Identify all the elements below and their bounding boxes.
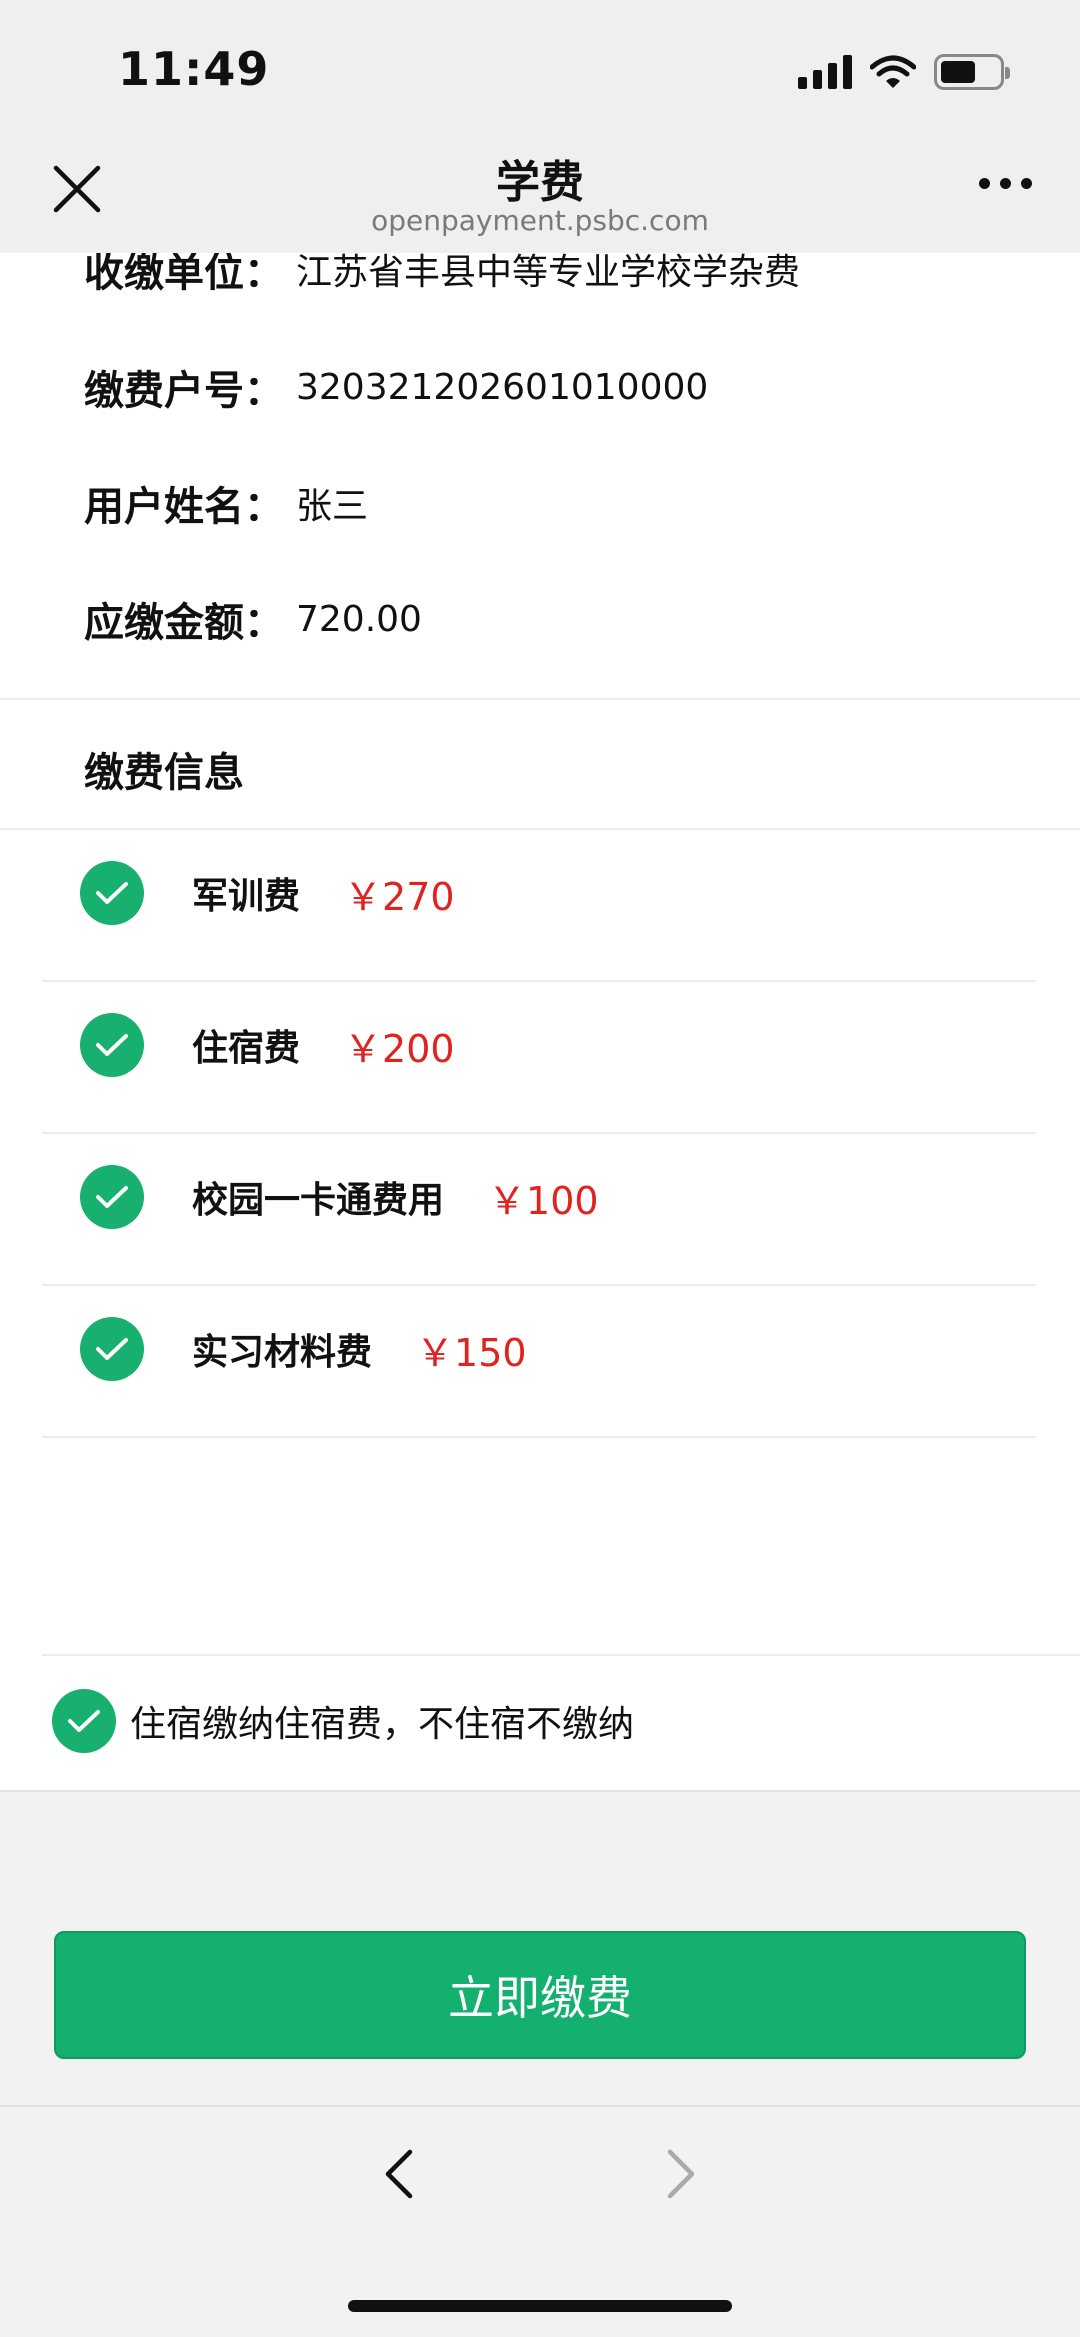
check-icon[interactable] (52, 1689, 116, 1753)
divider (42, 980, 1036, 982)
agreement-checkbox[interactable]: 住宿缴纳住宿费，不住宿不缴纳 (52, 1689, 634, 1753)
amount-row: 应缴金额： 720.00 (84, 590, 422, 648)
battery-icon (934, 54, 1010, 90)
amount-label: 应缴金额： (84, 600, 284, 646)
divider (42, 1284, 1036, 1286)
page-title: 学费 (496, 157, 584, 208)
more-options-icon[interactable] (979, 178, 1032, 189)
fee-item[interactable]: 校园一卡通费用 ￥100 (80, 1161, 599, 1233)
fee-item[interactable]: 军训费 ￥270 (80, 857, 455, 929)
name-value: 张三 (296, 486, 369, 527)
check-icon[interactable] (80, 1165, 144, 1229)
account-value: 320321202601010000 (296, 366, 709, 408)
forward-arrow-icon[interactable] (660, 2146, 700, 2202)
bottom-area (0, 1792, 1080, 2337)
fee-amount: ￥270 (344, 874, 455, 919)
top-bar: 11:49 学费 openpayment.psbc.com (0, 0, 1080, 253)
divider (42, 1132, 1036, 1134)
divider (0, 698, 1080, 700)
fee-amount: ￥100 (488, 1178, 599, 1223)
toolbar-divider (0, 2105, 1080, 2107)
section-title: 缴费信息 (84, 750, 244, 796)
divider (0, 1790, 1080, 1792)
fee-name: 实习材料费 (192, 1332, 373, 1373)
account-label: 缴费户号： (84, 368, 284, 414)
check-icon[interactable] (80, 1013, 144, 1077)
wifi-icon (870, 55, 916, 88)
back-arrow-icon[interactable] (380, 2146, 420, 2202)
divider (42, 1654, 1080, 1656)
home-indicator (348, 2300, 732, 2312)
fee-amount: ￥150 (416, 1330, 527, 1375)
fee-amount: ￥200 (344, 1026, 455, 1071)
account-row: 缴费户号： 320321202601010000 (84, 358, 708, 416)
fee-name: 校园一卡通费用 (192, 1180, 445, 1221)
divider (42, 1436, 1036, 1438)
name-label: 用户姓名： (84, 484, 284, 530)
agreement-text: 住宿缴纳住宿费，不住宿不缴纳 (130, 1704, 635, 1745)
amount-value: 720.00 (296, 598, 422, 640)
name-row: 用户姓名： 张三 (84, 474, 368, 532)
status-time: 11:49 (118, 42, 270, 96)
pay-now-button[interactable]: 立即缴费 (54, 1931, 1026, 2059)
page-url: openpayment.psbc.com (371, 204, 709, 237)
cellular-signal-icon (798, 55, 852, 89)
divider (0, 828, 1080, 830)
fee-name: 住宿费 (192, 1028, 301, 1069)
check-icon[interactable] (80, 1317, 144, 1381)
fee-name: 军训费 (192, 876, 301, 917)
status-icons (798, 52, 1010, 92)
fee-item[interactable]: 住宿费 ￥200 (80, 1009, 455, 1081)
check-icon[interactable] (80, 861, 144, 925)
fee-item[interactable]: 实习材料费 ￥150 (80, 1313, 527, 1385)
